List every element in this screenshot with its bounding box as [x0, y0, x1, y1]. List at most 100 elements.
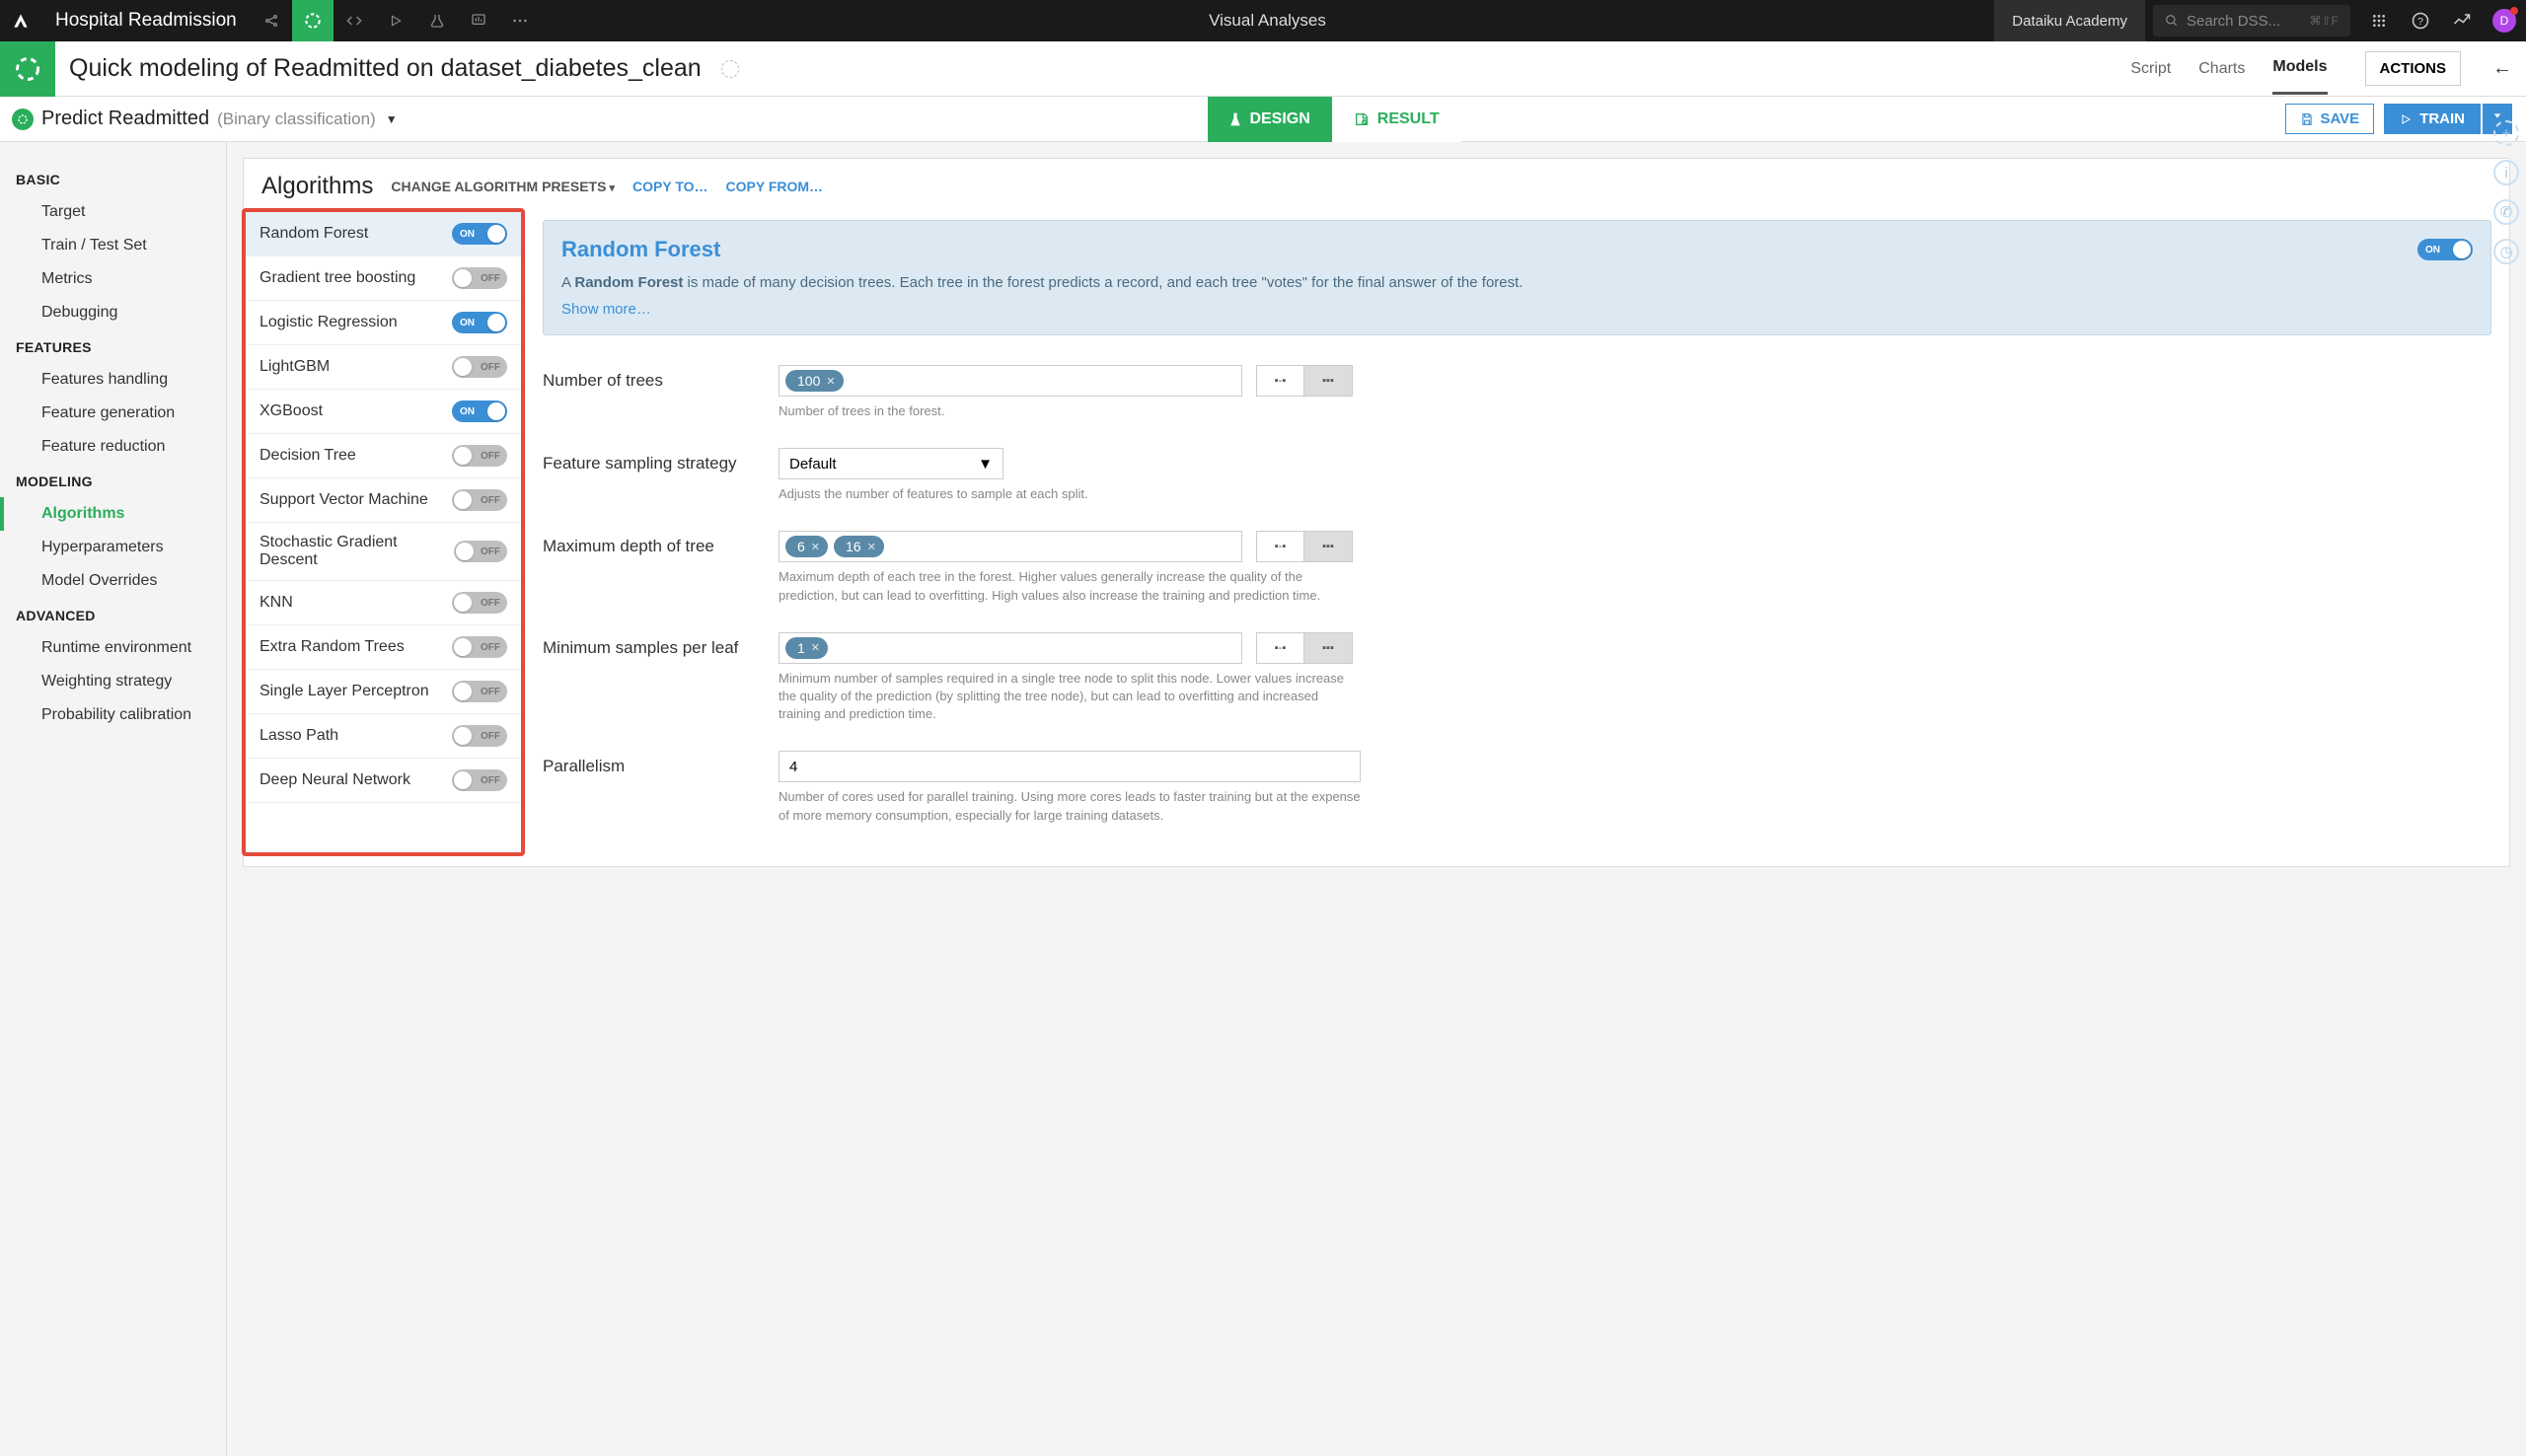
more-icon[interactable] — [499, 0, 541, 41]
search-input[interactable]: Search DSS... ⌘⇧F — [2153, 5, 2350, 36]
design-tab[interactable]: DESIGN — [1208, 97, 1331, 142]
algorithm-row[interactable]: Lasso Path OFF — [246, 714, 521, 759]
back-arrow-icon[interactable]: ← — [2479, 57, 2526, 80]
algorithm-toggle[interactable]: OFF — [452, 267, 507, 289]
chip-remove-icon[interactable]: ✕ — [826, 375, 835, 388]
algorithm-row[interactable]: Decision TreeOFF — [246, 434, 521, 478]
sidebar-item-runtime-environment[interactable]: Runtime environment — [0, 631, 226, 665]
rail-discuss-icon[interactable]: ✆ — [2493, 199, 2519, 225]
sidebar-item-probability-calibration[interactable]: Probability calibration — [0, 698, 226, 732]
lab-icon[interactable] — [416, 0, 458, 41]
chip-remove-icon[interactable]: ✕ — [811, 641, 820, 654]
detail-toggle[interactable]: ON — [2417, 239, 2473, 260]
algorithm-toggle[interactable]: OFF — [452, 356, 507, 378]
algorithm-toggle[interactable]: OFF — [452, 592, 507, 614]
help-icon[interactable]: ? — [2400, 0, 2441, 41]
result-tab[interactable]: RESULT — [1332, 97, 1461, 142]
save-button[interactable]: SAVE — [2285, 104, 2374, 134]
algorithm-name: Lasso Path — [260, 727, 338, 745]
dashboard-icon[interactable] — [458, 0, 499, 41]
algorithm-row[interactable]: Single Layer PerceptronOFF — [246, 670, 521, 714]
max-depth-input[interactable]: 6✕ 16✕ — [779, 531, 1242, 562]
sidebar-item-target[interactable]: Target — [0, 195, 226, 229]
chip-remove-icon[interactable]: ✕ — [867, 541, 876, 553]
show-more-link[interactable]: Show more… — [561, 301, 651, 318]
sidebar-item-feature-reduction[interactable]: Feature reduction — [0, 430, 226, 464]
num-trees-strategy[interactable]: ▪-▪ ▪▪▪ — [1256, 365, 1353, 397]
strategy-range-icon[interactable]: ▪▪▪ — [1304, 633, 1352, 663]
academy-link[interactable]: Dataiku Academy — [1994, 0, 2145, 41]
chip-remove-icon[interactable]: ✕ — [811, 541, 820, 553]
project-title[interactable]: Hospital Readmission — [41, 10, 251, 32]
algorithm-toggle[interactable]: OFF — [452, 725, 507, 747]
algorithm-toggle[interactable]: OFF — [452, 489, 507, 511]
algorithm-row[interactable]: XGBoostON — [246, 390, 521, 434]
parallelism-input[interactable] — [779, 751, 1361, 782]
sidebar-item-features-handling[interactable]: Features handling — [0, 363, 226, 397]
sidebar-item-algorithms[interactable]: Algorithms — [0, 497, 226, 531]
avatar[interactable]: D — [2492, 9, 2516, 33]
code-icon[interactable] — [334, 0, 375, 41]
dataiku-logo[interactable] — [0, 0, 41, 41]
algorithm-row[interactable]: Deep Neural NetworkOFF — [246, 759, 521, 803]
apps-icon[interactable] — [2358, 0, 2400, 41]
strategy-explicit-icon[interactable]: ▪-▪ — [1257, 532, 1304, 561]
sidebar-group-title: ADVANCED — [0, 598, 226, 631]
sidebar-item-debugging[interactable]: Debugging — [0, 296, 226, 329]
algorithm-row[interactable]: Extra Random TreesOFF — [246, 625, 521, 670]
actions-button[interactable]: ACTIONS — [2365, 51, 2462, 86]
recipe-logo[interactable] — [0, 41, 55, 97]
algorithm-toggle[interactable]: OFF — [452, 769, 507, 791]
copy-to-link[interactable]: COPY TO… — [632, 179, 708, 194]
sidebar-item-metrics[interactable]: Metrics — [0, 262, 226, 296]
sidebar-item-train-test-set[interactable]: Train / Test Set — [0, 229, 226, 262]
sidebar-item-hyperparameters[interactable]: Hyperparameters — [0, 531, 226, 564]
tab-script[interactable]: Script — [2130, 44, 2171, 94]
sidebar-item-weighting-strategy[interactable]: Weighting strategy — [0, 665, 226, 698]
algorithm-row[interactable]: LightGBMOFF — [246, 345, 521, 390]
share-icon[interactable] — [251, 0, 292, 41]
sidebar-item-model-overrides[interactable]: Model Overrides — [0, 564, 226, 598]
algorithm-row[interactable]: Random ForestON — [246, 212, 521, 256]
min-samples-strategy[interactable]: ▪-▪ ▪▪▪ — [1256, 632, 1353, 664]
recipe-status-icon[interactable] — [721, 60, 739, 78]
tab-models[interactable]: Models — [2272, 42, 2327, 95]
algorithm-row[interactable]: Support Vector MachineOFF — [246, 478, 521, 523]
algorithm-toggle[interactable]: ON — [452, 223, 507, 245]
change-presets-link[interactable]: CHANGE ALGORITHM PRESETS — [391, 179, 615, 194]
algorithm-toggle[interactable]: ON — [452, 312, 507, 333]
algorithm-toggle[interactable]: OFF — [452, 445, 507, 467]
play-icon[interactable] — [375, 0, 416, 41]
max-depth-strategy[interactable]: ▪-▪ ▪▪▪ — [1256, 531, 1353, 562]
sidebar-item-feature-generation[interactable]: Feature generation — [0, 397, 226, 430]
copy-from-link[interactable]: COPY FROM… — [726, 179, 824, 194]
algorithm-row[interactable]: Gradient tree boostingOFF — [246, 256, 521, 301]
flow-icon[interactable] — [292, 0, 334, 41]
breadcrumb-current[interactable]: Visual Analyses — [1209, 11, 1326, 31]
algorithm-toggle[interactable]: OFF — [454, 541, 507, 562]
value-chip[interactable]: 6✕ — [785, 536, 828, 557]
value-chip[interactable]: 100✕ — [785, 370, 844, 392]
value-chip[interactable]: 1✕ — [785, 637, 828, 659]
model-dropdown-icon[interactable]: ▼ — [386, 112, 398, 126]
tab-charts[interactable]: Charts — [2198, 44, 2245, 94]
algorithm-row[interactable]: Stochastic Gradient DescentOFF — [246, 523, 521, 581]
feat-sampling-select[interactable]: Default ▼ — [779, 448, 1003, 479]
strategy-explicit-icon[interactable]: ▪-▪ — [1257, 366, 1304, 396]
algorithm-toggle[interactable]: OFF — [452, 681, 507, 702]
algorithm-row[interactable]: Logistic RegressionON — [246, 301, 521, 345]
algorithm-toggle[interactable]: OFF — [452, 636, 507, 658]
value-chip[interactable]: 16✕ — [834, 536, 884, 557]
strategy-explicit-icon[interactable]: ▪-▪ — [1257, 633, 1304, 663]
activity-icon[interactable] — [2441, 0, 2483, 41]
rail-add-icon[interactable]: + — [2493, 120, 2519, 146]
rail-history-icon[interactable]: ◷ — [2493, 239, 2519, 264]
strategy-range-icon[interactable]: ▪▪▪ — [1304, 366, 1352, 396]
strategy-range-icon[interactable]: ▪▪▪ — [1304, 532, 1352, 561]
num-trees-input[interactable]: 100✕ — [779, 365, 1242, 397]
algorithm-toggle[interactable]: ON — [452, 400, 507, 422]
min-samples-input[interactable]: 1✕ — [779, 632, 1242, 664]
algorithm-row[interactable]: KNNOFF — [246, 581, 521, 625]
train-button[interactable]: TRAIN — [2384, 104, 2481, 134]
rail-info-icon[interactable]: i — [2493, 160, 2519, 185]
